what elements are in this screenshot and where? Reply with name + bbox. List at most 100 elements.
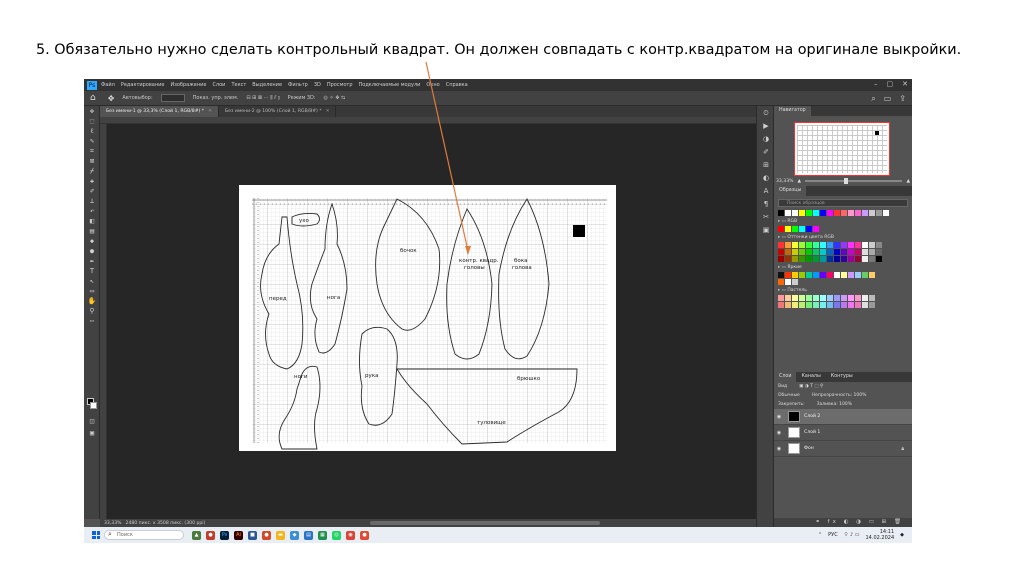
swatch-row[interactable] [778, 249, 908, 255]
brush-tool-icon[interactable]: ✐ [84, 186, 100, 196]
share-icon[interactable]: ⇪ [899, 94, 906, 104]
swatch-row[interactable] [778, 302, 908, 308]
photoshop-icon[interactable]: Ps [220, 530, 229, 540]
layer-row-layer2[interactable]: ◉ Слой 2 [774, 409, 912, 425]
zoom-tool-icon[interactable]: ⚲ [84, 306, 100, 316]
swatch-group-rgb-shades[interactable]: Оттенки цвета RGB [778, 235, 908, 240]
status-zoom[interactable]: 33,33% [104, 521, 122, 526]
swatch-group-pastel[interactable]: Пастель [778, 288, 908, 293]
history-icon[interactable]: ⏲ [757, 108, 775, 119]
eraser-tool-icon[interactable]: ◧ [84, 216, 100, 226]
swatches-search-input[interactable]: Поиск образцов [778, 199, 908, 207]
file-explorer-icon[interactable]: ▬ [276, 530, 285, 540]
widgets-icon[interactable]: ▲ [192, 530, 201, 540]
tab-paths[interactable]: Контуры [826, 372, 858, 382]
screen-mode-icon[interactable]: ▣ [84, 428, 100, 438]
color-icon[interactable]: ◑ [757, 134, 775, 145]
libraries-icon[interactable]: ▣ [757, 225, 775, 236]
app-icon[interactable]: ■ [248, 530, 257, 540]
layer-name[interactable]: Слой 2 [804, 414, 820, 419]
menu-item-filter[interactable]: Фильтр [288, 82, 308, 88]
align-icons[interactable]: ⊟ ⊞ ⊠ ⋯ ⫼ ⫽ ⫾ [246, 95, 279, 101]
swatch-row[interactable] [778, 226, 908, 232]
shape-tool-icon[interactable]: ▭ [84, 286, 100, 296]
menu-item-file[interactable]: Файл [101, 82, 115, 88]
horizontal-scrollbar[interactable] [370, 521, 600, 525]
swatch-group-bright[interactable]: Яркие [778, 265, 908, 270]
frame-tool-icon[interactable]: ⊠ [84, 156, 100, 166]
adjustments-icon[interactable]: ◐ [757, 173, 775, 184]
history-brush-icon[interactable]: ↶ [84, 206, 100, 216]
background-color-swatch[interactable] [90, 402, 97, 409]
whatsapp-icon[interactable]: ◎ [332, 530, 341, 540]
crop-tool-icon[interactable]: ⌗ [84, 146, 100, 156]
app-icon[interactable]: ● [360, 530, 369, 540]
swatch-row[interactable] [778, 295, 908, 301]
zoom-in-icon[interactable]: ▲ [906, 179, 910, 184]
3d-tools-icons[interactable]: ◎ ✧ ✥ ⇆ [324, 95, 346, 101]
search-icon[interactable]: ⌕ [871, 94, 875, 104]
quick-mask-icon[interactable]: ◫ [84, 416, 100, 426]
menu-item-image[interactable]: Изображение [170, 82, 206, 88]
layer-name[interactable]: Слой 1 [804, 430, 820, 435]
tools-settings-icon[interactable]: ✂ [757, 212, 775, 223]
app-icon[interactable]: ▤ [304, 530, 313, 540]
menu-item-edit[interactable]: Редактирование [121, 82, 165, 88]
tab-navigator[interactable]: Навигатор [774, 106, 811, 116]
taskbar-search-input[interactable]: Поиск [104, 530, 184, 540]
gradient-tool-icon[interactable]: ▤ [84, 226, 100, 236]
app-icon[interactable]: ◆ [290, 530, 299, 540]
blend-mode-select[interactable]: Обычные [778, 391, 800, 400]
clock[interactable]: 14:11 14.02.2024 [866, 529, 895, 541]
opacity-field[interactable]: Непрозрачность: 100% [812, 391, 867, 400]
maximize-icon[interactable]: ▢ [887, 80, 894, 88]
zoom-slider[interactable] [805, 178, 903, 184]
actions-icon[interactable]: ▶ [757, 121, 775, 132]
layer-kind-filter[interactable]: Вид [778, 382, 787, 391]
layer-name[interactable]: Фон [804, 446, 814, 451]
show-transform-label[interactable]: Показ. упр. элем. [193, 95, 239, 101]
document-tab-2[interactable]: Без имени-2 @ 100% (Слой 1, RGB/8#) * ✕ [219, 106, 337, 117]
tab-layers[interactable]: Слои [774, 372, 797, 382]
properties-icon[interactable]: ⊞ [757, 160, 775, 171]
document-canvas[interactable]: ухо перед нога ноги рука контр. квадр. б… [107, 124, 756, 519]
layer-row-background[interactable]: ◉ Фон 🔒︎ [774, 441, 912, 457]
home-icon[interactable]: ⌂ [90, 93, 96, 103]
menu-item-plugins[interactable]: Подключаемые модули [359, 82, 421, 88]
browser-icon[interactable]: ● [206, 530, 215, 540]
illustrator-icon[interactable]: Ai [234, 530, 243, 540]
close-icon[interactable]: ✕ [902, 80, 908, 88]
move-tool-icon[interactable]: ✥ [108, 94, 115, 103]
tab-swatches[interactable]: Образцы [774, 186, 807, 196]
minimize-icon[interactable]: – [874, 80, 878, 88]
quick-select-icon[interactable]: ✎ [84, 136, 100, 146]
menu-item-layers[interactable]: Слои [212, 82, 225, 88]
eyedropper-icon[interactable]: ⌿ [84, 166, 100, 176]
language-indicator[interactable]: РУС [828, 532, 838, 538]
hand-tool-icon[interactable]: ✋ [84, 296, 100, 306]
swatch-group-rgb[interactable]: RGB [778, 219, 908, 224]
dodge-tool-icon[interactable]: ● [84, 246, 100, 256]
tab-channels[interactable]: Каналы [796, 372, 825, 382]
menu-item-text[interactable]: Текст [231, 82, 246, 88]
character-icon[interactable]: A [757, 186, 775, 197]
menu-item-3d[interactable]: 3D [314, 82, 321, 88]
swatch-row[interactable] [778, 272, 908, 278]
autoselect-dropdown[interactable] [160, 94, 185, 102]
notification-icon[interactable]: ◆ [900, 532, 904, 538]
status-doc-info[interactable]: 2480 пикс. x 3508 пикс. (300 ppi) [126, 521, 206, 526]
lasso-tool-icon[interactable]: ℓ [84, 126, 100, 136]
menu-item-view[interactable]: Просмотр [327, 82, 353, 88]
visibility-eye-icon[interactable]: ◉ [774, 430, 784, 436]
move-tool-icon[interactable]: ✥ [84, 106, 100, 116]
fill-field[interactable]: Заливка: 100% [817, 400, 852, 409]
zoom-out-icon[interactable]: ▲ [798, 179, 802, 184]
chrome-icon[interactable]: ◉ [346, 530, 355, 540]
recent-swatches[interactable] [778, 210, 908, 216]
layers-footer-icons[interactable]: ⚭ fx ◐ ◑ ▭ ⊞ 🗑︎ [774, 518, 912, 527]
menu-item-select[interactable]: Выделение [252, 82, 282, 88]
tray-chevron-icon[interactable]: ⌃ [818, 532, 822, 538]
stamp-tool-icon[interactable]: ⊥ [84, 196, 100, 206]
close-tab-icon[interactable]: ✕ [326, 109, 330, 114]
autoselect-label[interactable]: Автовыбор: [122, 95, 152, 101]
